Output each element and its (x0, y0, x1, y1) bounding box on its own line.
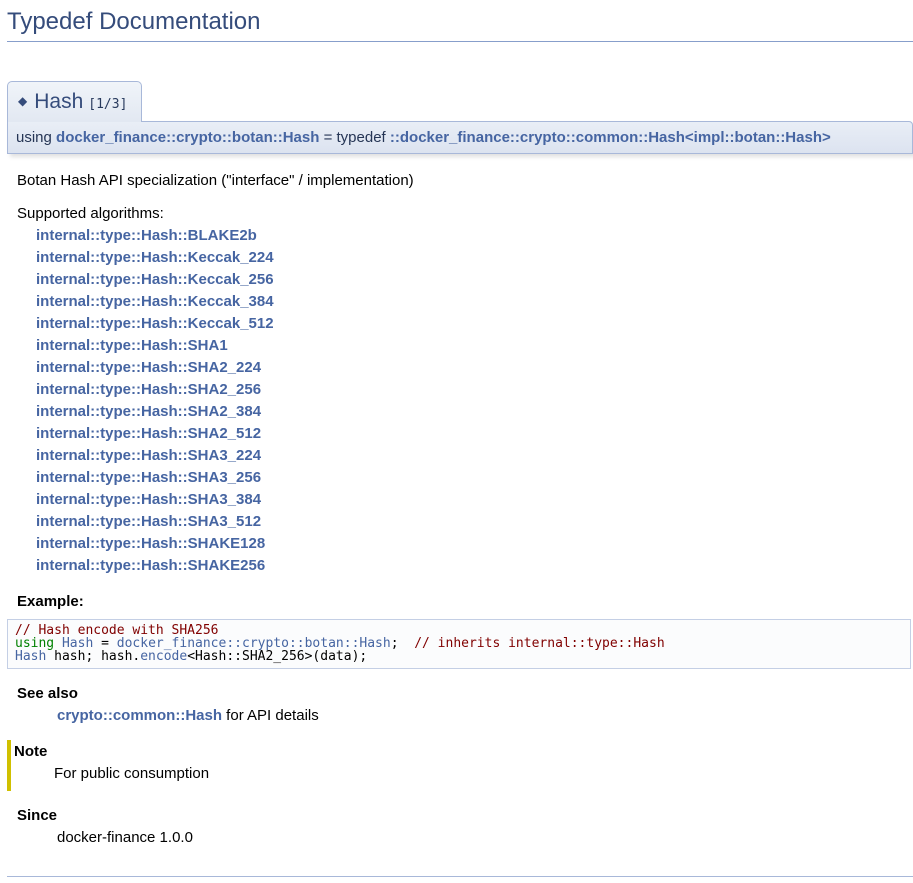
proto-typedef-name-link[interactable]: docker_finance::crypto::botan::Hash (56, 129, 319, 146)
code-hash-link[interactable]: Hash (15, 649, 46, 664)
see-also-common-hash-link[interactable]: crypto::common::Hash (57, 707, 222, 724)
member-documentation: Botan Hash API specialization ("interfac… (7, 154, 913, 854)
algorithm-link-sha2-256[interactable]: internal::type::Hash::SHA2_256 (17, 379, 903, 401)
footer-divider (7, 876, 913, 877)
algorithm-link-sha2-224[interactable]: internal::type::Hash::SHA2_224 (17, 357, 903, 379)
algorithm-link-keccak-224[interactable]: internal::type::Hash::Keccak_224 (17, 247, 903, 269)
proto-target-type-link[interactable]: ::docker_finance::crypto::common::Hash<i… (390, 129, 831, 146)
code-fragment: // Hash encode with SHA256using Hash = d… (7, 619, 911, 669)
member-prototype: using docker_finance::crypto::botan::Has… (7, 121, 913, 154)
code-plain-text: <Hash::SHA2_256>(data); (187, 649, 367, 664)
algorithm-link-sha3-224[interactable]: internal::type::Hash::SHA3_224 (17, 445, 903, 467)
proto-using-keyword: using (16, 129, 56, 146)
member-body: using docker_finance::crypto::botan::Has… (7, 121, 913, 854)
see-also-text: for API details (222, 707, 319, 724)
member-item-hash: ◆Hash[1/3] using docker_finance::crypto:… (7, 42, 913, 854)
algorithm-link-sha3-384[interactable]: internal::type::Hash::SHA3_384 (17, 489, 903, 511)
algorithm-link-keccak-384[interactable]: internal::type::Hash::Keccak_384 (17, 291, 903, 313)
page-content: Typedef Documentation ◆ Hash [1/3] using d… (0, 6, 913, 877)
algorithms-label: Supported algorithms: (17, 203, 903, 225)
code-inline-comment: // inherits internal::type::Hash (414, 636, 664, 651)
see-also-section: See also crypto::common::Hash for API de… (17, 685, 903, 724)
member-tab: ◆ Hash [1/3] (7, 81, 142, 122)
section-title: Typedef Documentation (7, 6, 913, 42)
proto-equals-typedef: = typedef (319, 129, 389, 146)
algorithm-link-sha2-512[interactable]: internal::type::Hash::SHA2_512 (17, 423, 903, 445)
supported-algorithms-block: Supported algorithms: internal::type::Ha… (17, 203, 903, 577)
algorithm-link-shake128[interactable]: internal::type::Hash::SHAKE128 (17, 533, 903, 555)
see-also-label: See also (17, 685, 903, 702)
example-label: Example: (17, 593, 903, 610)
doc-intro-paragraph: Botan Hash API specialization ("interfac… (17, 172, 903, 189)
note-label: Note (14, 743, 903, 760)
since-label: Since (17, 807, 903, 824)
algorithm-link-sha3-512[interactable]: internal::type::Hash::SHA3_512 (17, 511, 903, 533)
algorithm-link-sha3-256[interactable]: internal::type::Hash::SHA3_256 (17, 467, 903, 489)
note-text: For public consumption (54, 765, 903, 782)
algorithm-link-sha2-384[interactable]: internal::type::Hash::SHA2_384 (17, 401, 903, 423)
code-encode-link[interactable]: encode (140, 649, 187, 664)
note-section: Note For public consumption (7, 740, 903, 791)
algorithm-link-sha1[interactable]: internal::type::Hash::SHA1 (17, 335, 903, 357)
member-title: Hash (34, 90, 83, 113)
member-overload-badge: [1/3] (88, 97, 127, 112)
algorithm-link-keccak-256[interactable]: internal::type::Hash::Keccak_256 (17, 269, 903, 291)
see-also-content: crypto::common::Hash for API details (57, 707, 903, 724)
permalink-diamond-icon[interactable]: ◆ (18, 94, 27, 108)
algorithm-link-blake2b[interactable]: internal::type::Hash::BLAKE2b (17, 225, 903, 247)
algorithm-link-shake256[interactable]: internal::type::Hash::SHAKE256 (17, 555, 903, 577)
since-text: docker-finance 1.0.0 (57, 829, 903, 846)
algorithms-list: internal::type::Hash::BLAKE2b internal::… (17, 225, 903, 577)
since-section: Since docker-finance 1.0.0 (17, 807, 903, 846)
code-line-3: Hash hash; hash.encode<Hash::SHA2_256>(d… (15, 650, 903, 663)
code-plain-text: hash; hash. (46, 649, 140, 664)
example-section: Example: (17, 593, 903, 610)
algorithm-link-keccak-512[interactable]: internal::type::Hash::Keccak_512 (17, 313, 903, 335)
code-plain-text: ; (391, 636, 414, 651)
